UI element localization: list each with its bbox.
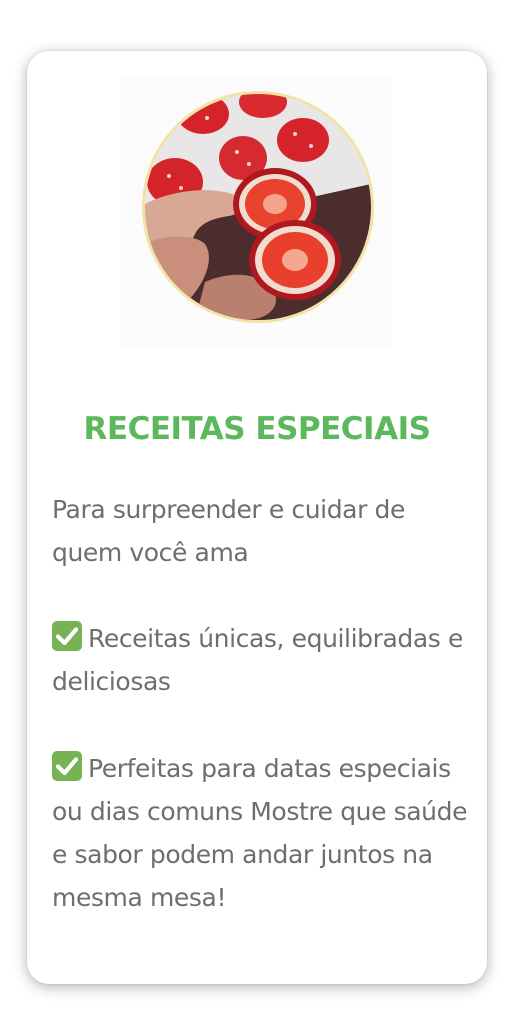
strawberry-photo [142, 91, 374, 323]
feature-item: Perfeitas para datas especiais ou dias c… [52, 747, 472, 919]
intro-text: Para surpreender e cuidar de quem você a… [52, 495, 405, 567]
card-title: RECEITAS ESPECIAIS [83, 411, 431, 447]
feature-item-text: Receitas únicas, equilibradas e delicios… [52, 624, 463, 696]
recipe-card: RECEITAS ESPECIAIS Para surpreender e cu… [27, 51, 487, 984]
check-mark-button-icon [52, 621, 82, 651]
feature-item: Receitas únicas, equilibradas e delicios… [52, 617, 472, 703]
check-mark-button-icon [52, 751, 82, 781]
